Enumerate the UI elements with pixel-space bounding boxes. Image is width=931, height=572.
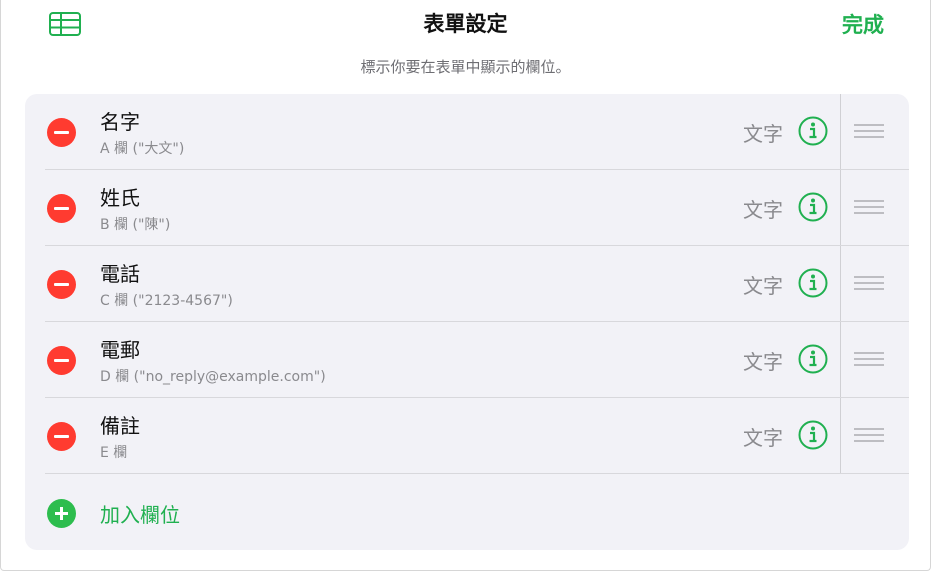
field-row: 姓氏 B 欄 ("陳") 文字 <box>25 170 909 246</box>
remove-field-button[interactable] <box>47 346 76 375</box>
field-type-label: 文字 <box>743 274 783 298</box>
info-icon[interactable] <box>798 344 828 374</box>
field-name: 電郵 <box>100 338 140 362</box>
divider <box>840 170 841 246</box>
info-icon[interactable] <box>798 192 828 222</box>
row-separator <box>45 473 909 474</box>
divider <box>840 322 841 398</box>
done-button[interactable]: 完成 <box>842 9 884 39</box>
field-column-label: C 欄 ("2123-4567") <box>100 293 233 309</box>
instruction-text: 標示你要在表單中顯示的欄位。 <box>360 58 571 76</box>
field-row: 名字 A 欄 ("大文") 文字 <box>25 94 909 170</box>
field-type-label: 文字 <box>743 122 783 146</box>
field-name: 名字 <box>100 110 140 134</box>
drag-handle-icon[interactable] <box>854 122 884 140</box>
divider <box>840 398 841 474</box>
fields-list: 名字 A 欄 ("大文") 文字 姓氏 B 欄 ("陳") 文字 電話 C 欄 … <box>25 94 909 550</box>
add-field-button[interactable]: 加入欄位 <box>100 499 180 528</box>
remove-field-button[interactable] <box>47 194 76 223</box>
field-type-label: 文字 <box>743 426 783 450</box>
field-type-label: 文字 <box>743 350 783 374</box>
field-name: 姓氏 <box>100 186 140 210</box>
remove-field-button[interactable] <box>47 270 76 299</box>
field-column-label: D 欄 ("no_reply@example.com") <box>100 369 326 385</box>
field-column-label: A 欄 ("大文") <box>100 141 185 157</box>
drag-handle-icon[interactable] <box>854 198 884 216</box>
info-icon[interactable] <box>798 268 828 298</box>
drag-handle-icon[interactable] <box>854 426 884 444</box>
remove-field-button[interactable] <box>47 422 76 451</box>
remove-field-button[interactable] <box>47 118 76 147</box>
plus-circle-icon[interactable] <box>47 499 76 528</box>
field-row: 備註 E 欄 文字 <box>25 398 909 474</box>
field-name: 電話 <box>100 262 140 286</box>
field-row: 電郵 D 欄 ("no_reply@example.com") 文字 <box>25 322 909 398</box>
divider <box>840 94 841 170</box>
field-column-label: B 欄 ("陳") <box>100 217 171 233</box>
info-icon[interactable] <box>798 420 828 450</box>
field-type-label: 文字 <box>743 198 783 222</box>
info-icon[interactable] <box>798 116 828 146</box>
divider <box>840 246 841 322</box>
field-name: 備註 <box>100 414 140 438</box>
field-row: 電話 C 欄 ("2123-4567") 文字 <box>25 246 909 322</box>
drag-handle-icon[interactable] <box>854 274 884 292</box>
page-title: 表單設定 <box>423 12 508 36</box>
field-column-label: E 欄 <box>100 445 128 461</box>
drag-handle-icon[interactable] <box>854 350 884 368</box>
form-settings-window: 表單設定 完成 標示你要在表單中顯示的欄位。 名字 A 欄 ("大文") 文字 <box>0 0 931 571</box>
